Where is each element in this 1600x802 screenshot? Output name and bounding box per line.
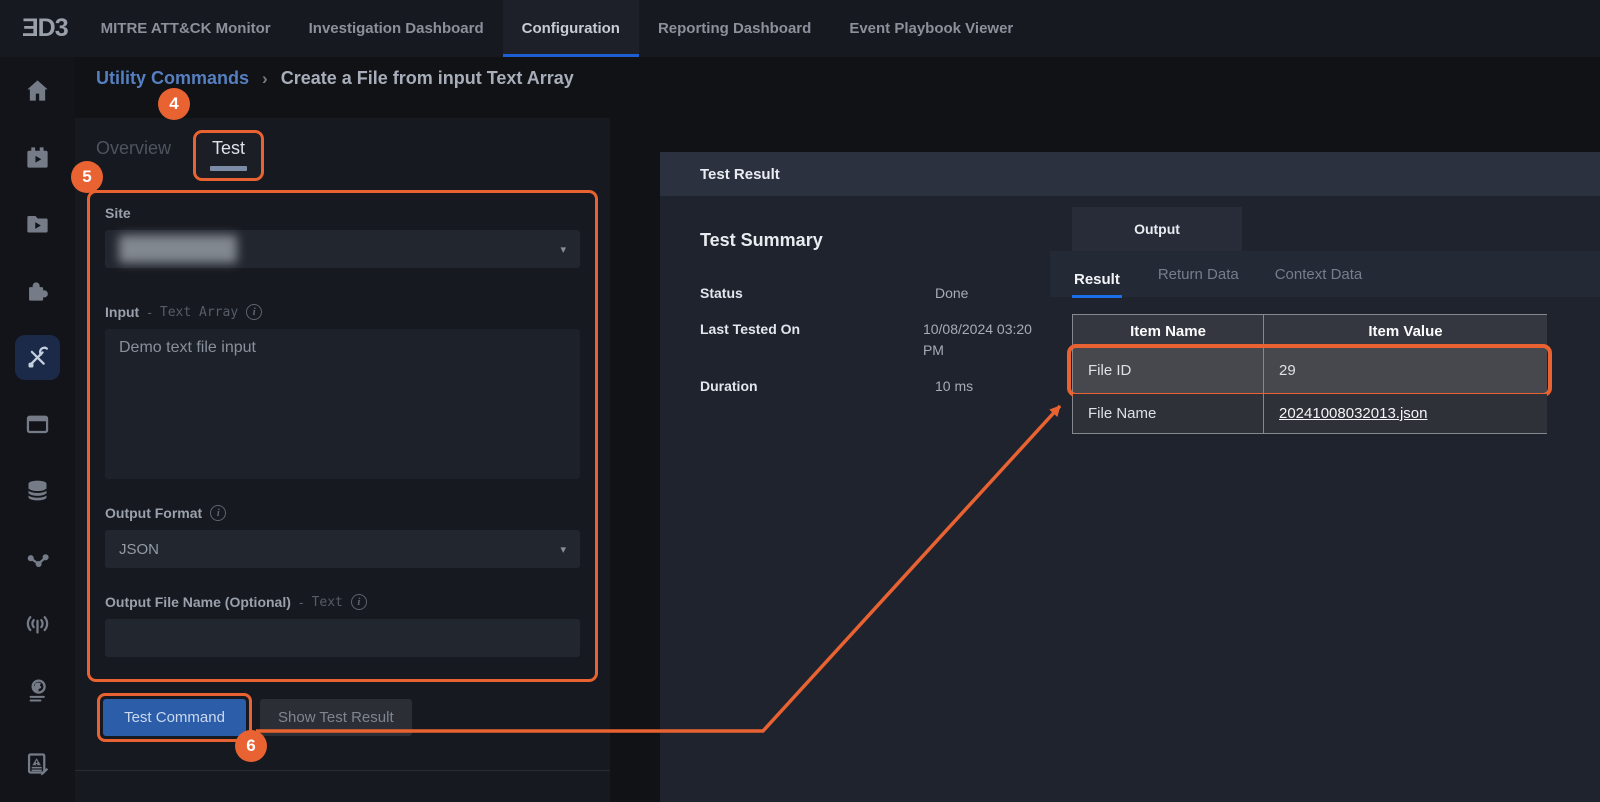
step-badge-6: 6 — [235, 730, 267, 762]
show-test-result-button[interactable]: Show Test Result — [260, 699, 412, 736]
output-file-name-label: Output File Name (Optional) — [105, 594, 291, 610]
utility-commands-icon[interactable] — [15, 335, 60, 380]
output-file-name-type-hint: Text — [312, 595, 343, 610]
result-table: Item Name Item Value File ID 29 File Nam… — [1072, 314, 1547, 434]
info-icon[interactable]: i — [351, 594, 367, 610]
nav-mitre-attack-monitor[interactable]: MITRE ATT&CK Monitor — [82, 0, 290, 57]
summary-row-duration: Duration 10 ms — [700, 376, 1050, 397]
breadcrumb-utility-commands[interactable]: Utility Commands — [96, 68, 249, 89]
breadcrumb: Utility Commands › Create a File from in… — [96, 68, 574, 89]
link-analysis-icon[interactable] — [15, 535, 60, 580]
test-form-highlight-box: Site ▾ Input - Text Array i Demo text fi… — [87, 190, 598, 682]
last-tested-value: 10/08/2024 03:20 PM — [923, 319, 1050, 361]
file-name-link[interactable]: 20241008032013.json — [1279, 405, 1427, 422]
column-header-item-name: Item Name — [1073, 315, 1263, 348]
site-dropdown[interactable]: ▾ — [105, 230, 580, 268]
home-icon[interactable] — [15, 68, 60, 113]
data-management-icon[interactable] — [15, 468, 60, 513]
tab-output[interactable]: Output — [1072, 207, 1242, 251]
breadcrumb-separator-icon: › — [262, 69, 268, 89]
table-row-file-id: File ID 29 — [1073, 348, 1546, 394]
summary-row-status: Status Done — [700, 283, 1050, 304]
table-row-file-name: File Name 20241008032013.json — [1073, 394, 1546, 434]
input-textarea[interactable]: Demo text file input — [105, 329, 580, 479]
file-id-value-cell: 29 — [1263, 348, 1547, 394]
output-format-dropdown[interactable]: JSON ▾ — [105, 530, 580, 568]
integrations-icon[interactable] — [15, 268, 60, 313]
duration-value: 10 ms — [935, 376, 973, 397]
app-window: ƎD3 MITRE ATT&CK Monitor Investigation D… — [0, 0, 1600, 802]
divider — [75, 770, 610, 771]
nav-configuration[interactable]: Configuration — [503, 0, 639, 57]
nav-reporting-dashboard[interactable]: Reporting Dashboard — [639, 0, 830, 57]
result-table-header-row: Item Name Item Value — [1073, 315, 1546, 348]
nav-event-playbook-viewer[interactable]: Event Playbook Viewer — [830, 0, 1032, 57]
step-badge-5: 5 — [71, 161, 103, 193]
geo-feeds-icon[interactable] — [15, 668, 60, 713]
incident-report-icon[interactable] — [15, 741, 60, 786]
subtab-result[interactable]: Result — [1072, 261, 1122, 298]
broadcast-icon[interactable] — [15, 601, 60, 646]
event-playbooks-icon[interactable] — [15, 135, 60, 180]
playbooks-icon[interactable] — [15, 201, 60, 246]
command-tabs: Overview Test — [75, 118, 610, 181]
summary-row-last-tested: Last Tested On 10/08/2024 03:20 PM — [700, 319, 1050, 361]
icon-sidebar — [0, 57, 75, 802]
site-value-redacted — [119, 235, 237, 263]
top-navigation: ƎD3 MITRE ATT&CK Monitor Investigation D… — [0, 0, 1600, 57]
test-command-highlight-box: Test Command — [97, 693, 252, 742]
breadcrumb-current-page: Create a File from input Text Array — [281, 68, 574, 89]
step-badge-4: 4 — [158, 88, 190, 120]
test-summary-title: Test Summary — [700, 230, 1050, 251]
site-label: Site — [105, 205, 131, 221]
subtab-context-data[interactable]: Context Data — [1275, 266, 1363, 283]
info-icon[interactable]: i — [210, 505, 226, 521]
input-label: Input — [105, 304, 139, 320]
output-format-value: JSON — [119, 541, 159, 558]
tab-overview[interactable]: Overview — [96, 130, 171, 159]
window-icon[interactable] — [15, 401, 60, 446]
status-value: Done — [935, 283, 968, 304]
test-command-button[interactable]: Test Command — [103, 699, 246, 736]
test-result-panel: Test Result Test Summary Status Done Las… — [660, 152, 1600, 802]
output-format-label: Output Format — [105, 505, 202, 521]
file-id-name-cell: File ID — [1073, 348, 1263, 394]
test-tab-highlight-box: Test — [193, 130, 264, 181]
tab-test[interactable]: Test — [210, 138, 247, 171]
file-name-name-cell: File Name — [1073, 394, 1263, 434]
output-file-name-input[interactable] — [105, 619, 580, 657]
subtab-return-data[interactable]: Return Data — [1158, 266, 1239, 283]
output-subtabs: Result Return Data Context Data — [1050, 251, 1600, 297]
nav-investigation-dashboard[interactable]: Investigation Dashboard — [290, 0, 503, 57]
form-actions: Test Command Show Test Result — [97, 693, 610, 742]
tab-test-active-underline — [210, 166, 247, 171]
column-header-item-value: Item Value — [1263, 315, 1547, 348]
info-icon[interactable]: i — [246, 304, 262, 320]
command-detail-panel: Overview Test Site ▾ Input - Text Array — [75, 118, 610, 802]
test-result-header: Test Result — [660, 152, 1600, 196]
input-type-hint: Text Array — [160, 305, 238, 320]
output-section: Output Result Return Data Context Data I… — [1050, 196, 1600, 802]
d3-logo[interactable]: ƎD3 — [0, 0, 82, 57]
chevron-down-icon: ▾ — [560, 243, 566, 256]
test-summary: Test Summary Status Done Last Tested On … — [660, 196, 1050, 802]
chevron-down-icon: ▾ — [560, 543, 566, 556]
